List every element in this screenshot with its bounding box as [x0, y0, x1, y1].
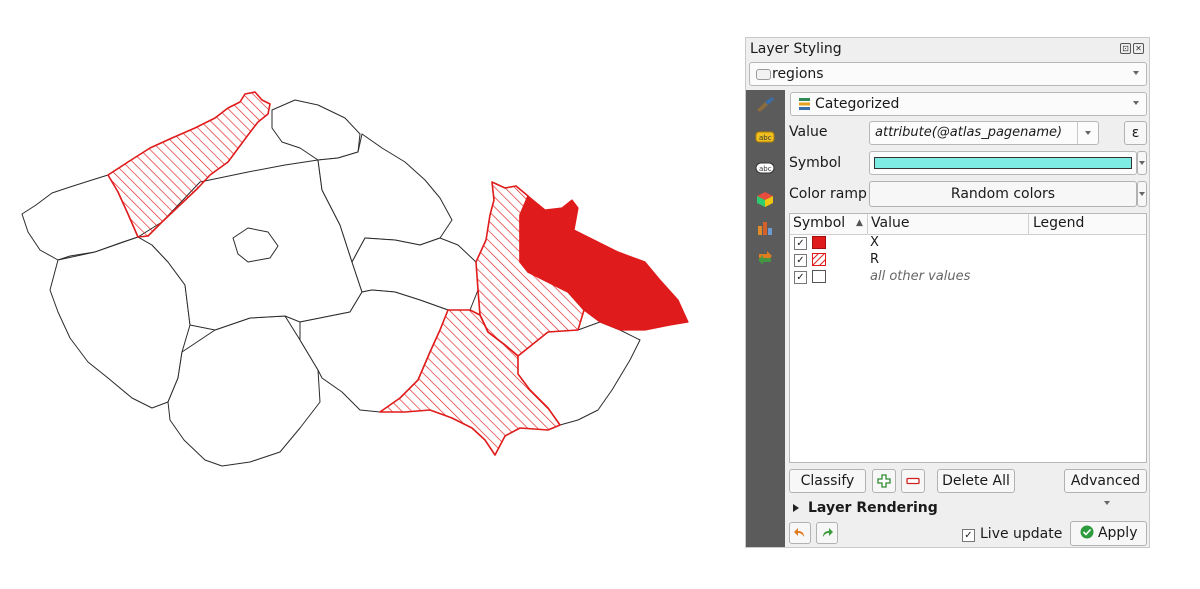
categories-table[interactable]: Symbol ▲ Value Legend ✓ X ✓ R ✓ all othe…: [789, 213, 1147, 463]
advanced-button[interactable]: Advanced: [1064, 469, 1147, 505]
apply-button[interactable]: Apply: [1070, 521, 1147, 546]
symbol-label: Symbol: [789, 155, 842, 171]
live-update-checkbox[interactable]: ✓: [962, 529, 975, 542]
svg-text:abc: abc: [759, 165, 772, 173]
map-canvas[interactable]: [0, 0, 740, 589]
chevron-down-icon[interactable]: [1085, 131, 1091, 135]
table-row[interactable]: ✓ X: [790, 235, 1146, 252]
float-panel-icon[interactable]: ⊡: [1120, 43, 1131, 54]
masks-icon[interactable]: abc: [755, 160, 775, 176]
3d-icon[interactable]: [755, 191, 775, 207]
region-jihocesky: [167, 315, 321, 467]
chevron-down-icon: [1139, 192, 1145, 196]
sort-indicator-icon: ▲: [856, 218, 863, 228]
layer-icon: [756, 69, 771, 80]
delete-all-button[interactable]: Delete All: [937, 469, 1015, 493]
layer-name: regions: [772, 66, 824, 82]
paintbrush-icon[interactable]: [755, 96, 775, 112]
color-ramp-label: Color ramp: [789, 186, 867, 202]
undo-icon: [794, 528, 804, 537]
chevron-down-icon: [1104, 501, 1110, 505]
row-checkbox[interactable]: ✓: [794, 271, 807, 284]
categorized-icon: [799, 98, 810, 110]
value-label: Value: [789, 124, 828, 140]
advanced-label: Advanced: [1070, 473, 1141, 489]
symbol-dropdown[interactable]: [1137, 151, 1147, 175]
apply-check-icon: [1080, 525, 1093, 539]
add-icon: [877, 474, 891, 488]
field-divider: [1077, 122, 1078, 144]
svg-text:abc: abc: [759, 134, 772, 142]
row-value[interactable]: all other values: [870, 269, 970, 284]
add-category-button[interactable]: [872, 469, 896, 493]
table-row[interactable]: ✓ R: [790, 252, 1146, 269]
table-row[interactable]: ✓ all other values: [790, 269, 1146, 286]
symbol-button[interactable]: [869, 151, 1137, 175]
region-liberecky: [271, 99, 361, 161]
column-header-symbol[interactable]: Symbol: [793, 215, 845, 231]
chevron-down-icon: [1133, 101, 1139, 105]
column-header-legend[interactable]: Legend: [1033, 215, 1084, 231]
expression-button[interactable]: ε: [1124, 121, 1147, 145]
row-checkbox[interactable]: ✓: [794, 237, 807, 250]
color-ramp-dropdown[interactable]: [1137, 181, 1147, 207]
classify-button[interactable]: Classify: [789, 469, 866, 493]
redo-icon: [823, 528, 833, 537]
chevron-down-icon: [1139, 161, 1145, 165]
renderer-select[interactable]: Categorized: [790, 92, 1147, 116]
header-divider: [1028, 214, 1029, 234]
close-icon[interactable]: ✕: [1133, 43, 1144, 54]
value-expression-text: attribute(@atlas_pagename): [875, 125, 1063, 140]
redo-button[interactable]: [816, 522, 838, 544]
remove-icon: [906, 477, 920, 485]
column-header-value[interactable]: Value: [871, 215, 909, 231]
row-checkbox[interactable]: ✓: [794, 254, 807, 267]
table-header: Symbol ▲ Value Legend: [790, 214, 1146, 235]
history-icon[interactable]: [755, 250, 775, 266]
remove-category-button[interactable]: [901, 469, 925, 493]
panel-title: Layer Styling: [750, 41, 842, 57]
undo-button[interactable]: [789, 522, 811, 544]
symbol-swatch-hatched[interactable]: [812, 253, 826, 266]
symbol-swatch-empty[interactable]: [812, 270, 826, 283]
labels-icon[interactable]: abc: [755, 129, 775, 145]
sidebar: [746, 90, 785, 547]
header-divider: [867, 214, 868, 234]
apply-label: Apply: [1097, 525, 1138, 541]
layer-styling-panel: Layer Styling ⊡ ✕ regions abc abc Catego…: [745, 37, 1150, 548]
row-value[interactable]: R: [870, 252, 879, 267]
czech-regions-map: [21, 91, 689, 467]
chevron-down-icon: [1133, 71, 1139, 75]
value-expression-field[interactable]: attribute(@atlas_pagename): [869, 121, 1099, 145]
layer-rendering-label: Layer Rendering: [808, 500, 938, 516]
layer-select[interactable]: regions: [749, 62, 1147, 86]
expand-arrow-icon: [793, 504, 799, 512]
color-ramp-button[interactable]: Random colors: [869, 181, 1137, 207]
diagram-icon[interactable]: [755, 220, 775, 236]
panel-titlebar: Layer Styling ⊡ ✕: [746, 38, 1149, 60]
symbol-swatch-solid[interactable]: [812, 236, 826, 249]
row-value[interactable]: X: [870, 235, 879, 250]
live-update-label: Live update: [980, 526, 1063, 542]
renderer-label: Categorized: [815, 96, 900, 112]
symbol-preview: [874, 157, 1132, 169]
